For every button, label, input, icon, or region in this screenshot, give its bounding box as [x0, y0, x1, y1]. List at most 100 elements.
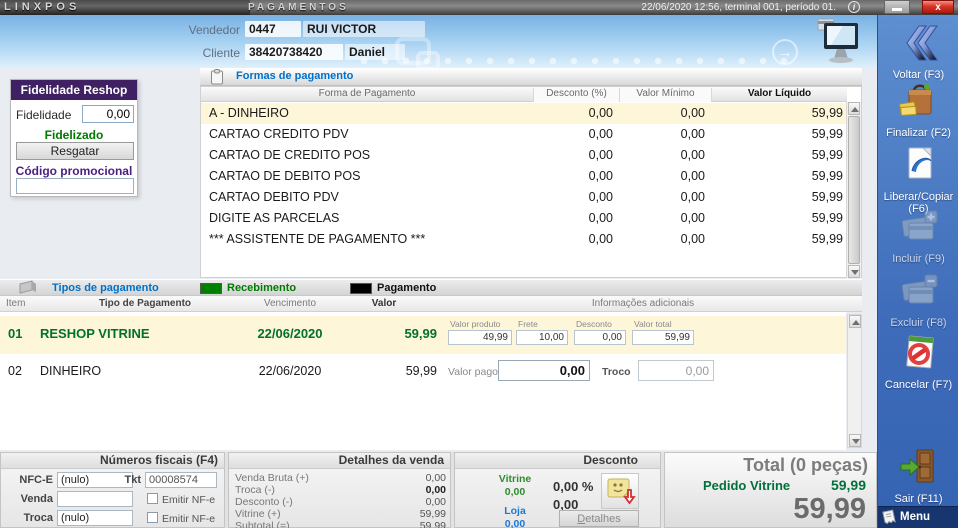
frete-input[interactable] — [516, 330, 568, 345]
voltar-button[interactable]: Voltar (F3) — [878, 23, 958, 81]
fidelidade-field-label: Fidelidade — [16, 108, 72, 122]
valor-total-input[interactable] — [632, 330, 694, 345]
copy-document-icon — [908, 147, 931, 179]
detail-row: Troca (-) 0,00 — [235, 484, 446, 496]
linx-pos-window: LINXPOS PAGAMENTOS 22/06/2020 12:56, ter… — [0, 0, 958, 528]
header-band: Vendedor 0447 RUI VICTOR Cliente 3842073… — [0, 15, 958, 71]
vendedor-name-field: RUI VICTOR — [303, 21, 425, 37]
col-informacoes-adicionais: Informações adicionais — [591, 298, 695, 309]
payment-table-header: Forma de Pagamento Desconto (%) Valor Mí… — [201, 87, 847, 102]
scroll-up-icon[interactable] — [849, 315, 861, 328]
liberar-copiar-button[interactable]: Liberar/Copiar (F6) — [878, 145, 958, 215]
payment-table-scrollbar[interactable] — [846, 102, 861, 278]
detail-row: Vitrine (+) 59,99 — [235, 508, 446, 520]
desconto-adic-label: Desconto — [576, 319, 612, 329]
valor-pago-input[interactable] — [498, 360, 590, 381]
payment-entry-row[interactable]: 02 DINHEIRO 22/06/2020 59,99 Valor pago … — [0, 356, 846, 386]
col-tipo-pagamento: Tipo de Pagamento — [98, 298, 192, 309]
codigo-promocional-input[interactable] — [16, 178, 134, 194]
menu-fiscal-button[interactable]: Menu fiscal — [878, 506, 958, 528]
total-panel: Total (0 peças) Pedido Vitrine 59,99 59,… — [664, 452, 877, 528]
scroll-down-icon[interactable] — [848, 265, 860, 278]
venda-label: Venda — [20, 493, 53, 505]
vendedor-code-field[interactable]: 0447 — [245, 21, 301, 37]
valor-produto-label: Valor produto — [450, 319, 501, 329]
desconto-title: Desconto — [455, 453, 660, 469]
detail-row: Desconto (-) 0,00 — [235, 496, 446, 508]
shopping-bag-icon — [898, 84, 931, 116]
cancelar-button[interactable]: Cancelar (F7) — [878, 333, 958, 391]
arrow-circle-icon: → — [772, 39, 798, 65]
recebimento-label: Recebimento — [227, 282, 297, 294]
detalhes-button[interactable]: DDetalhesetalhes — [559, 510, 639, 527]
detalhes-venda-panel: Detalhes da venda Venda Bruta (+) 0,00 T… — [228, 452, 451, 528]
fidelidade-reshop-panel: Fidelidade Reshop Fidelidade Fidelizado … — [10, 79, 138, 197]
troca-label: Troca — [23, 512, 53, 524]
fidelidade-value-input[interactable] — [82, 105, 134, 123]
col-desconto: Desconto (%) — [533, 88, 619, 102]
pagamento-label: Pagamento — [377, 282, 437, 294]
recebimento-swatch — [200, 283, 222, 294]
frete-label: Frete — [518, 319, 538, 329]
col-item: Item — [6, 298, 26, 309]
payment-method-row[interactable]: *** ASSISTENTE DE PAGAMENTO *** 0,00 0,0… — [201, 229, 847, 250]
troca-input[interactable] — [57, 510, 133, 526]
minimize-button[interactable] — [884, 0, 910, 14]
cliente-label: Cliente — [202, 46, 240, 60]
resgatar-button[interactable]: Resgatar — [16, 142, 134, 160]
payment-method-row[interactable]: CARTAO DE DEBITO POS 0,00 0,00 59,99 — [201, 166, 847, 187]
add-cards-icon — [901, 210, 937, 240]
venda-input[interactable] — [57, 491, 133, 507]
cliente-code-field[interactable]: 38420738420 — [245, 44, 343, 60]
col-valor-liquido: Valor Líquido — [711, 88, 847, 102]
tkt-input[interactable] — [145, 472, 217, 488]
discount-note-icon — [607, 478, 636, 505]
scroll-up-icon[interactable] — [848, 102, 860, 115]
sair-button[interactable]: Sair (F11) — [878, 447, 958, 505]
cancel-notepad-icon — [905, 335, 934, 369]
bottom-summary-area: Números fiscais (F4) NFC-E Tkt Venda Emi… — [0, 452, 877, 528]
payment-entry-row-selected[interactable]: 01 RESHOP VITRINE 22/06/2020 59,99 Valor… — [0, 316, 846, 354]
clipboard-icon — [211, 69, 223, 85]
session-status: 22/06/2020 12:56, terminal 001, período … — [641, 2, 836, 13]
pedido-vitrine-label: Pedido Vitrine — [703, 478, 791, 493]
tipos-legend-bar: Tipos de pagamento Recebimento Pagamento — [0, 279, 862, 296]
payment-method-row[interactable]: DIGITE AS PARCELAS 0,00 0,00 59,99 — [201, 208, 847, 229]
valor-produto-input[interactable] — [448, 330, 512, 345]
codigo-promocional-label: Código promocional — [15, 164, 133, 178]
desconto-vitrine: Vitrine 0,00 — [498, 473, 532, 498]
info-icon[interactable]: i — [848, 1, 860, 13]
exit-door-icon — [900, 449, 933, 483]
desconto-panel: Desconto Vitrine 0,00 0,00 % 0,00 Loja 0… — [454, 452, 661, 528]
scroll-down-icon[interactable] — [849, 434, 861, 447]
desconto-button[interactable] — [601, 473, 639, 509]
fidelidade-panel-title: Fidelidade Reshop — [11, 80, 137, 100]
payment-methods-table: Forma de Pagamento Desconto (%) Valor Mí… — [200, 86, 862, 278]
payment-method-row[interactable]: CARTAO DE CREDITO POS 0,00 0,00 59,99 — [201, 145, 847, 166]
excluir-button[interactable]: Excluir (F8) — [878, 271, 958, 329]
emitir-nfe-checkbox[interactable] — [147, 512, 158, 523]
nfce-label: NFC-E — [19, 474, 53, 486]
tipos-section-title: Tipos de pagamento — [52, 282, 159, 294]
monitor-icon — [817, 18, 858, 63]
vendedor-label: Vendedor — [188, 23, 240, 37]
detail-row: Subtotal (=) 59,99 — [235, 520, 446, 528]
pedido-vitrine-value: 59,99 — [830, 477, 866, 493]
troco-input[interactable] — [638, 360, 714, 381]
numeros-fiscais-title: Números fiscais (F4) — [1, 453, 224, 469]
payment-method-row[interactable]: CARTAO CREDITO PDV 0,00 0,00 59,99 — [201, 124, 847, 145]
incluir-button[interactable]: Incluir (F9) — [878, 207, 958, 265]
col-valor-minimo: Valor Mínimo — [619, 88, 711, 102]
back-chevrons-icon — [905, 25, 938, 61]
numeros-fiscais-panel: Números fiscais (F4) NFC-E Tkt Venda Emi… — [0, 452, 225, 528]
payment-method-row[interactable]: CARTAO DEBITO PDV 0,00 0,00 59,99 — [201, 187, 847, 208]
close-button[interactable]: x — [922, 0, 954, 14]
finalizar-button[interactable]: Finalizar (F2) — [878, 81, 958, 139]
tkt-label: Tkt — [124, 474, 142, 486]
action-sidebar: Voltar (F3) Finalizar (F2) Liberar/Copia… — [877, 15, 958, 528]
col-forma-pagamento: Forma de Pagamento — [318, 88, 416, 99]
emitir-nfe-checkbox[interactable] — [147, 493, 158, 504]
desconto-adic-input[interactable] — [574, 330, 626, 345]
entries-table-scrollbar[interactable] — [847, 314, 862, 448]
payment-method-row-selected[interactable]: A - DINHEIRO 0,00 0,00 59,99 — [201, 103, 847, 124]
